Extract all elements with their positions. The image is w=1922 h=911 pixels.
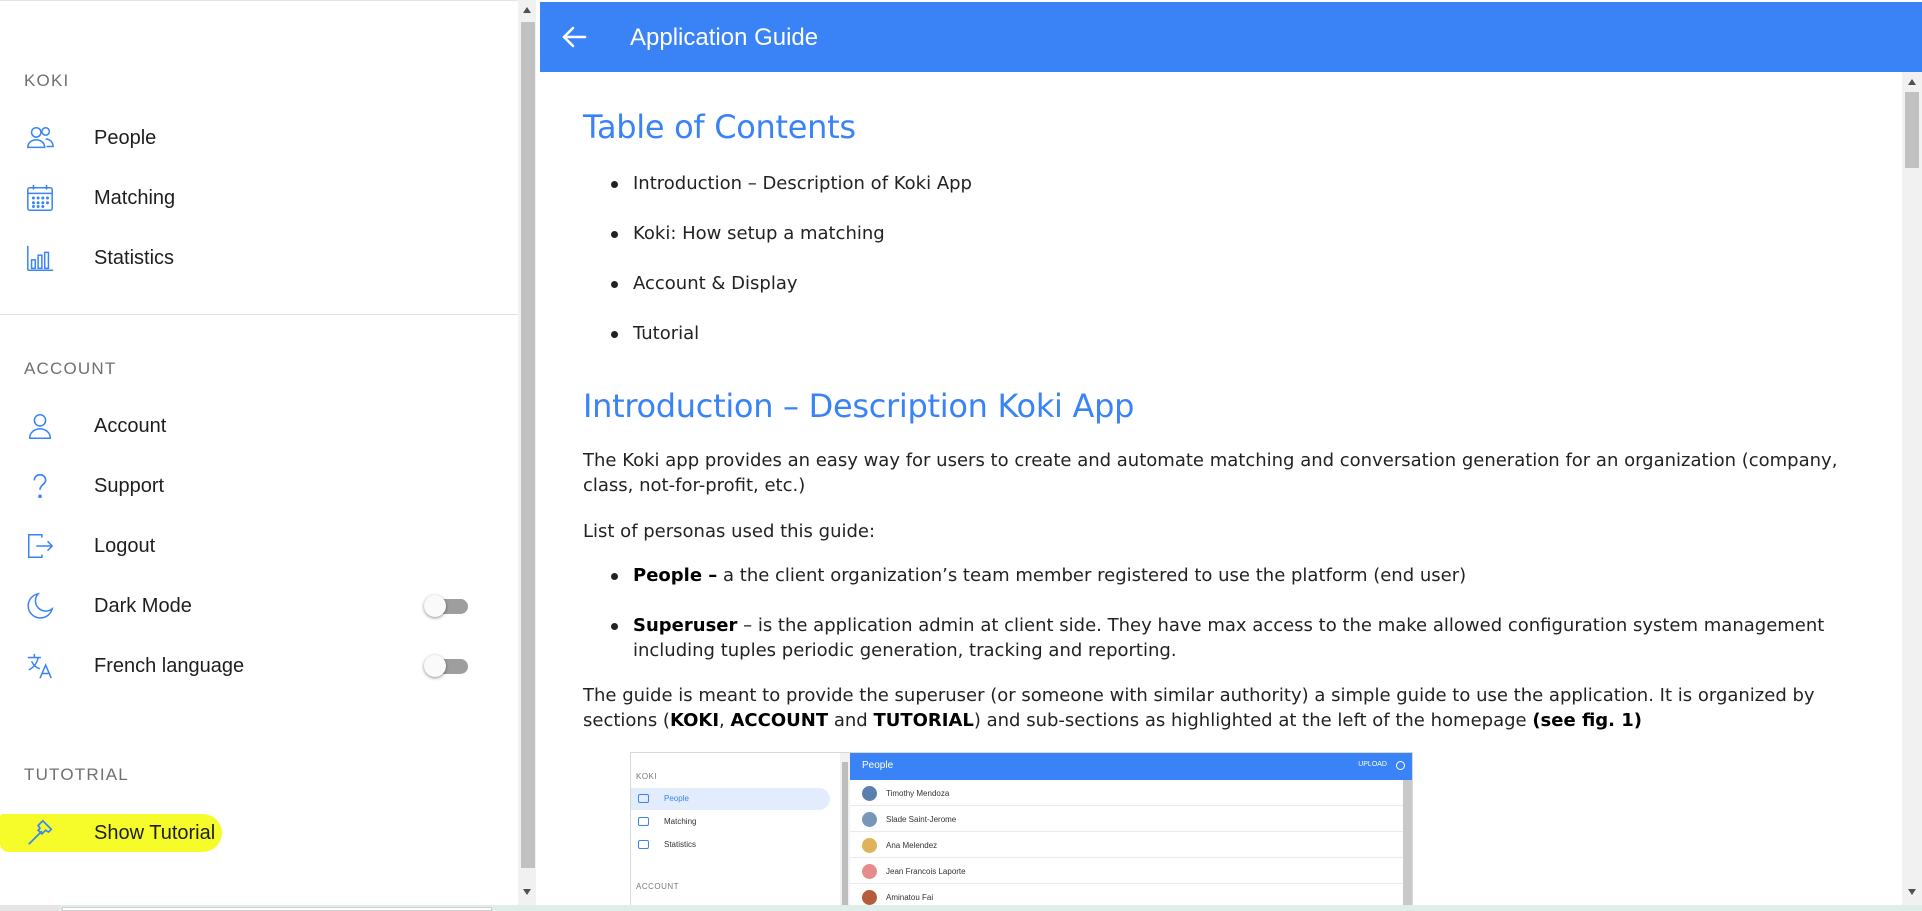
back-button[interactable] xyxy=(558,20,590,54)
logout-icon xyxy=(24,530,56,562)
intro-heading: Introduction – Description Koki App xyxy=(583,387,1135,425)
toc-item-account-display[interactable]: Account & Display xyxy=(583,271,1863,296)
personas-intro: List of personas used this guide: xyxy=(583,521,876,542)
figure-item-statistics: Statistics xyxy=(630,834,830,856)
toc-heading: Table of Contents xyxy=(583,108,856,146)
scrollbar-thumb[interactable] xyxy=(521,22,535,868)
sidebar-item-label: Account xyxy=(94,414,167,437)
sidebar-item-label: Statistics xyxy=(94,246,175,269)
sidebar-item-matching[interactable]: Matching xyxy=(0,173,500,223)
app-header: Application Guide xyxy=(540,2,1922,72)
avatar xyxy=(862,864,877,879)
figure-sidebar: KOKI People Matching Statistics ACCOUNT xyxy=(630,752,840,905)
moon-icon xyxy=(24,590,56,622)
section-title-tutorial: TUTOTRIAL xyxy=(24,765,129,784)
content-scrollbar[interactable] xyxy=(1902,72,1922,905)
toc-item-introduction[interactable]: Introduction – Description of Koki App xyxy=(583,171,1863,196)
list-item: Slade Saint-Jerome xyxy=(850,806,1403,832)
page-title: Application Guide xyxy=(630,24,819,51)
figure-1-screenshot: KOKI People Matching Statistics ACCOUNT … xyxy=(630,752,1413,905)
bar-chart-icon xyxy=(638,840,649,849)
sidebar-item-label: People xyxy=(94,126,157,149)
figure-people-list: Timothy Mendoza Slade Saint-Jerome Ana M… xyxy=(850,780,1403,905)
french-language-toggle[interactable] xyxy=(424,655,470,677)
persona-people-text: a the client organization’s team member … xyxy=(717,565,1467,586)
figure-section-koki: KOKI xyxy=(636,772,658,781)
persona-superuser-term: Superuser xyxy=(633,615,738,636)
dark-mode-toggle[interactable] xyxy=(424,595,470,617)
avatar xyxy=(862,812,877,827)
calendar-icon xyxy=(24,182,56,214)
sidebar-item-show-tutorial[interactable]: Show Tutorial xyxy=(0,808,500,858)
sidebar-item-label: Dark Mode xyxy=(94,594,192,617)
user-icon xyxy=(24,410,56,442)
sidebar-scrollbar[interactable] xyxy=(518,0,536,905)
sidebar-item-dark-mode[interactable]: Dark Mode xyxy=(0,581,500,631)
persona-superuser-text: – is the application admin at client sid… xyxy=(633,615,1825,661)
figure-section-account: ACCOUNT xyxy=(636,882,680,891)
figure-item-matching: Matching xyxy=(630,811,830,833)
section-title-account: ACCOUNT xyxy=(24,359,117,378)
guide-paragraph: The guide is meant to provide the superu… xyxy=(583,685,1815,731)
avatar xyxy=(862,838,877,853)
scroll-down-arrow-icon[interactable] xyxy=(1908,889,1916,895)
list-item: Aminatou Fai xyxy=(850,884,1403,905)
list-item: Timothy Mendoza xyxy=(850,780,1403,806)
sidebar-item-logout[interactable]: Logout xyxy=(0,521,500,571)
figure-list-scrollbar xyxy=(1403,780,1413,905)
bottom-strip xyxy=(0,905,1922,911)
sidebar-item-people[interactable]: People xyxy=(0,113,500,163)
sidebar-item-account[interactable]: Account xyxy=(0,401,500,451)
avatar xyxy=(862,890,877,905)
scroll-down-arrow-icon[interactable] xyxy=(523,889,531,895)
guide-content: Table of Contents Introduction – Descrip… xyxy=(540,72,1902,905)
figure-sidebar-scrollbar xyxy=(840,752,850,905)
sidebar-item-support[interactable]: Support xyxy=(0,461,500,511)
sidebar-item-label: Support xyxy=(94,474,165,497)
persona-people-term: People – xyxy=(633,565,718,586)
list-item: Jean Francois Laporte xyxy=(850,858,1403,884)
bar-chart-icon xyxy=(24,242,56,274)
scroll-up-arrow-icon[interactable] xyxy=(1908,79,1916,85)
scrollbar-thumb[interactable] xyxy=(1905,92,1919,168)
calendar-icon xyxy=(638,817,649,826)
sidebar-item-label: French language xyxy=(94,654,245,677)
sidebar: KOKI People Matching Statistics ACCOUNT … xyxy=(0,0,518,905)
sidebar-item-statistics[interactable]: Statistics xyxy=(0,233,500,283)
figure-header-title: People xyxy=(862,760,894,771)
persona-people: People – a the client organization’s tea… xyxy=(583,563,1863,588)
arrow-left-icon xyxy=(562,26,587,48)
intro-paragraph: The Koki app provides an easy way for us… xyxy=(583,450,1838,496)
figure-header: People UPLOAD xyxy=(850,752,1413,780)
sidebar-item-label: Matching xyxy=(94,186,176,209)
people-icon xyxy=(638,794,649,803)
sidebar-divider xyxy=(0,314,518,315)
sidebar-item-french-language[interactable]: French language xyxy=(0,641,500,691)
figure-item-people: People xyxy=(630,788,830,810)
question-mark-icon xyxy=(24,470,56,502)
sidebar-item-label: Logout xyxy=(94,534,156,557)
section-title-koki: KOKI xyxy=(24,71,70,90)
people-icon xyxy=(24,122,56,154)
hammer-icon xyxy=(24,817,56,849)
translate-icon xyxy=(24,650,56,682)
toc-item-setup-matching[interactable]: Koki: How setup a matching xyxy=(583,221,1863,246)
list-item: Ana Melendez xyxy=(850,832,1403,858)
scroll-up-arrow-icon[interactable] xyxy=(523,7,531,13)
persona-superuser: Superuser – is the application admin at … xyxy=(583,613,1863,663)
sidebar-item-label: Show Tutorial xyxy=(94,821,216,844)
figure-upload-label: UPLOAD xyxy=(1358,761,1387,768)
avatar xyxy=(862,786,877,801)
info-icon xyxy=(1396,761,1405,770)
toc-item-tutorial[interactable]: Tutorial xyxy=(583,321,1863,346)
